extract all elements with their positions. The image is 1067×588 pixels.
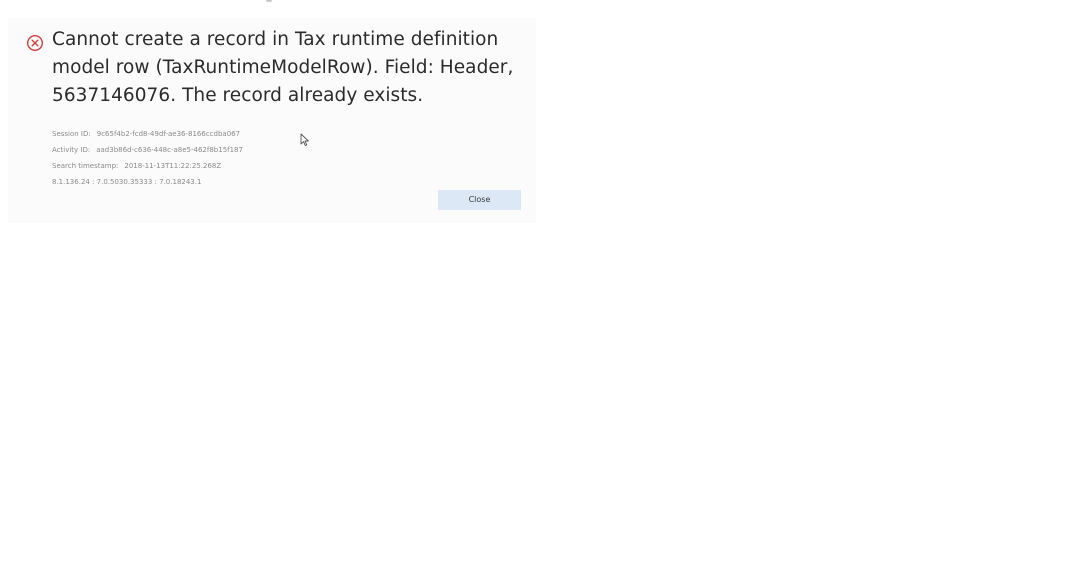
search-timestamp-label: Search timestamp: [52, 162, 119, 170]
activity-id-value: aad3b86d-c636-448c-a8e5-462f8b15f187 [96, 146, 243, 154]
search-timestamp-row: Search timestamp: 2018-11-13T11:22:25.268… [52, 158, 372, 174]
error-circle-x-icon [26, 34, 44, 52]
error-message: Cannot create a record in Tax runtime de… [52, 29, 514, 106]
search-timestamp-value: 2018-11-13T11:22:25.268Z [124, 162, 222, 170]
version-row: 8.1.136.24 : 7.0.5030.35333 : 7.0.18243.… [52, 174, 372, 190]
session-id-label: Session ID: [52, 130, 91, 138]
error-details: Session ID: 9c65f4b2-fcd8-49df-ae36-8166c… [52, 126, 372, 190]
session-id-row: Session ID: 9c65f4b2-fcd8-49df-ae36-8166c… [52, 126, 372, 142]
activity-id-label: Activity ID: [52, 146, 91, 154]
session-id-value: 9c65f4b2-fcd8-49df-ae36-8166ccdba067 [96, 130, 241, 138]
page: Cannot create a record in Tax runtime de… [0, 0, 1067, 588]
close-button[interactable]: Close [438, 190, 521, 210]
version-text: 8.1.136.24 : 7.0.5030.35333 : 7.0.18243.… [52, 178, 202, 186]
mouse-pointer-icon [300, 132, 310, 147]
top-edge-mark [266, 0, 272, 2]
activity-id-row: Activity ID: aad3b86d-c636-448c-a8e5-462f… [52, 142, 372, 158]
